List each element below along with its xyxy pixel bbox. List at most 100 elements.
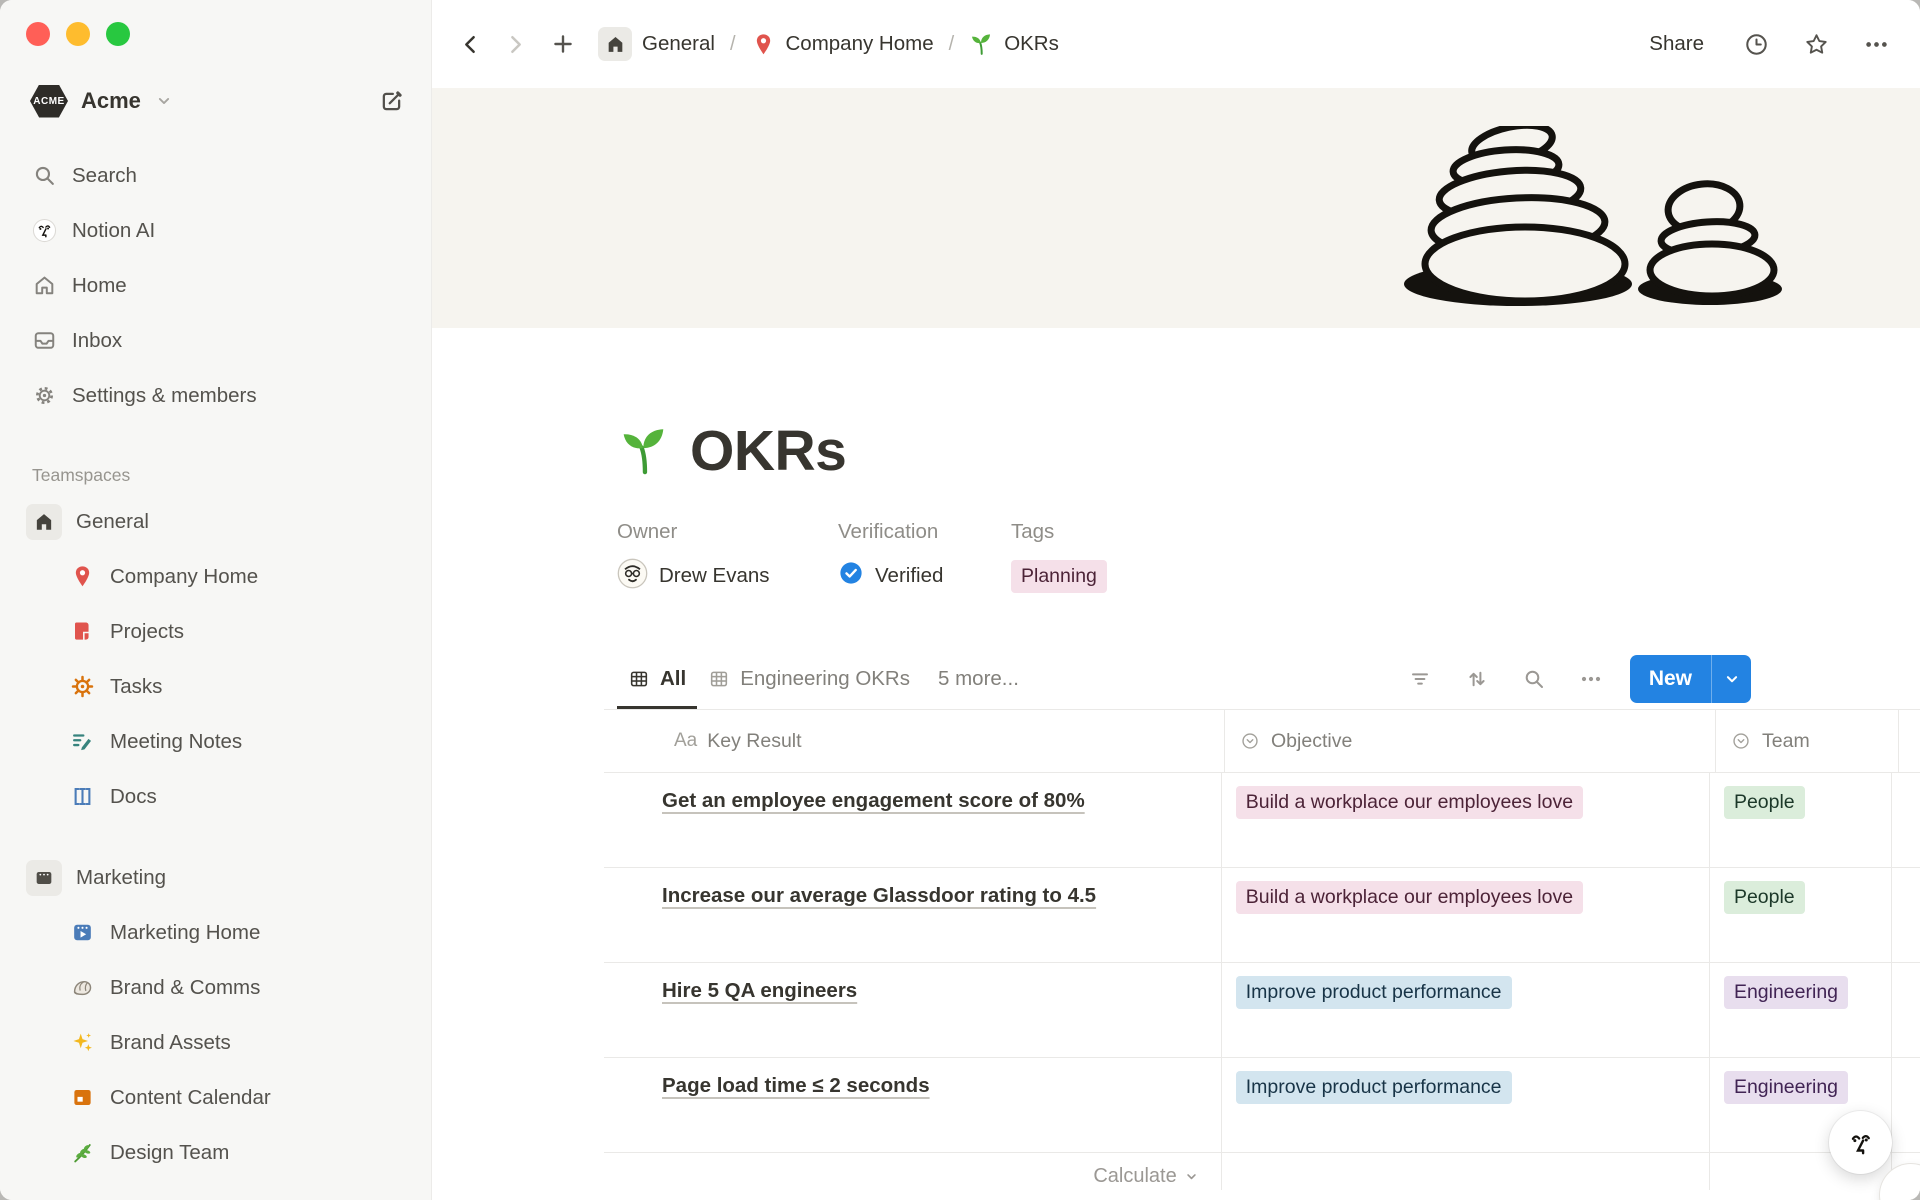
- window-minimize-button[interactable]: [66, 22, 90, 46]
- column-header-overflow: [1898, 710, 1920, 772]
- page-title[interactable]: OKRs: [690, 418, 846, 484]
- objective-tag[interactable]: Build a workplace our employees love: [1236, 881, 1583, 914]
- key-result-link[interactable]: Increase our average Glassdoor rating to…: [662, 884, 1096, 907]
- home-icon: [32, 273, 57, 298]
- window-controls: [26, 22, 130, 46]
- view-tab-all[interactable]: All: [617, 648, 697, 709]
- table-row[interactable]: Get an employee engagement score of 80% B…: [604, 773, 1920, 868]
- column-header-team[interactable]: Team: [1715, 710, 1898, 772]
- share-button[interactable]: Share: [1643, 28, 1710, 60]
- okr-table: Aa Key Result ObjectiveTeam Get an employe…: [604, 710, 1920, 1190]
- house-tile-icon: [26, 504, 62, 540]
- seedling-icon[interactable]: [617, 424, 672, 479]
- back-icon[interactable]: [458, 32, 483, 57]
- calendar-icon: [70, 1085, 95, 1110]
- breadcrumb-okrs[interactable]: OKRs: [963, 28, 1065, 61]
- sort-icon[interactable]: [1465, 667, 1489, 691]
- sidebar-item-search[interactable]: Search: [0, 148, 431, 203]
- select-icon: [1239, 730, 1261, 752]
- sidebar-page-design-team[interactable]: Design Team: [0, 1125, 431, 1180]
- tags-value: Planning: [1011, 558, 1107, 594]
- column-header-key-result[interactable]: Aa Key Result: [604, 710, 1224, 772]
- sidebar-page-content-calendar[interactable]: Content Calendar: [0, 1070, 431, 1125]
- key-result-link[interactable]: Get an employee engagement score of 80%: [662, 789, 1085, 812]
- breadcrumb-label: Company Home: [786, 32, 934, 56]
- workspace-switcher[interactable]: ACME Acme: [18, 78, 417, 124]
- objective-cell: Build a workplace our employees love: [1221, 868, 1709, 962]
- sidebar-item-notion-ai[interactable]: Notion AI: [0, 203, 431, 258]
- sidebar-page-label: Marketing Home: [110, 921, 260, 945]
- search-icon[interactable]: [1522, 667, 1546, 691]
- window-zoom-button[interactable]: [106, 22, 130, 46]
- team-cell: Engineering: [1709, 963, 1891, 1057]
- table-row[interactable]: Page load time ≤ 2 seconds Improve produc…: [604, 1058, 1920, 1153]
- teamspaces-list: GeneralCompany HomeProjectsTasksMeeting …: [0, 494, 431, 1180]
- favorite-star-icon[interactable]: [1803, 31, 1830, 58]
- view-tab-engineering-okrs[interactable]: Engineering OKRs: [697, 648, 921, 709]
- team-tag[interactable]: People: [1724, 786, 1805, 819]
- owner-value[interactable]: Drew Evans: [617, 558, 838, 594]
- notion-ai-button[interactable]: [1829, 1111, 1892, 1174]
- view-options-icon[interactable]: [1579, 667, 1603, 691]
- sidebar-page-brand-comms[interactable]: Brand & Comms: [0, 960, 431, 1015]
- text-property-icon: Aa: [674, 730, 697, 752]
- view-tab-label: All: [660, 667, 686, 691]
- sidebar-item-home[interactable]: Home: [0, 258, 431, 313]
- new-button-dropdown[interactable]: [1711, 655, 1751, 703]
- view-tab-5-more[interactable]: 5 more...: [927, 648, 1030, 709]
- tag-pill[interactable]: Planning: [1011, 560, 1107, 593]
- sidebar-page-marketing-home[interactable]: Marketing Home: [0, 905, 431, 960]
- sidebar-page-meeting-notes[interactable]: Meeting Notes: [0, 714, 431, 769]
- team-tag[interactable]: Engineering: [1724, 976, 1848, 1009]
- sidebar-page-tasks[interactable]: Tasks: [0, 659, 431, 714]
- page-title-row: OKRs: [617, 418, 1920, 484]
- sidebar-page-docs[interactable]: Docs: [0, 769, 431, 824]
- objective-tag[interactable]: Improve product performance: [1236, 1071, 1512, 1104]
- key-result-cell: Hire 5 QA engineers: [604, 963, 1221, 1057]
- breadcrumb-company-home[interactable]: Company Home: [745, 28, 940, 61]
- column-header-label: Key Result: [707, 730, 801, 753]
- herb-icon: [70, 1140, 95, 1165]
- team-tag[interactable]: Engineering: [1724, 1071, 1848, 1104]
- window-close-button[interactable]: [26, 22, 50, 46]
- workspace-name: Acme: [81, 88, 141, 114]
- inbox-icon: [32, 328, 57, 353]
- pin-icon: [751, 32, 776, 57]
- house-icon: [598, 27, 632, 61]
- verification-value[interactable]: Verified: [838, 558, 1011, 594]
- table-row[interactable]: Hire 5 QA engineers Improve product perfo…: [604, 963, 1920, 1058]
- workspace-logo: ACME: [30, 85, 68, 118]
- view-tools: [1408, 667, 1603, 691]
- clapper-icon: [70, 920, 95, 945]
- column-header-objective[interactable]: Objective: [1224, 710, 1715, 772]
- objective-tag[interactable]: Build a workplace our employees love: [1236, 786, 1583, 819]
- new-page-icon[interactable]: [550, 31, 576, 57]
- compose-icon[interactable]: [378, 88, 405, 115]
- calculate-row: Calculate: [604, 1153, 1920, 1190]
- page-cover[interactable]: [432, 88, 1920, 328]
- breadcrumb-general[interactable]: General: [592, 23, 721, 65]
- filter-icon[interactable]: [1408, 667, 1432, 691]
- key-result-link[interactable]: Hire 5 QA engineers: [662, 979, 857, 1002]
- calculate-button[interactable]: Calculate: [604, 1153, 1221, 1190]
- settings-icon: [32, 383, 57, 408]
- new-button-label[interactable]: New: [1630, 655, 1711, 703]
- sidebar-item-inbox[interactable]: Inbox: [0, 313, 431, 368]
- sidebar-page-company-home[interactable]: Company Home: [0, 549, 431, 604]
- teamspace-marketing[interactable]: Marketing: [0, 850, 431, 905]
- breadcrumb-label: General: [642, 32, 715, 56]
- forward-icon[interactable]: [503, 32, 528, 57]
- sidebar-page-projects[interactable]: Projects: [0, 604, 431, 659]
- sidebar-item-settings-members[interactable]: Settings & members: [0, 368, 431, 423]
- sidebar-nav: SearchNotion AIHomeInboxSettings & membe…: [0, 148, 431, 423]
- objective-tag[interactable]: Improve product performance: [1236, 976, 1512, 1009]
- team-tag[interactable]: People: [1724, 881, 1805, 914]
- key-result-link[interactable]: Page load time ≤ 2 seconds: [662, 1074, 930, 1097]
- sidebar-page-brand-assets[interactable]: Brand Assets: [0, 1015, 431, 1070]
- teamspace-general[interactable]: General: [0, 494, 431, 549]
- key-result-cell: Page load time ≤ 2 seconds: [604, 1058, 1221, 1152]
- more-options-icon[interactable]: [1863, 31, 1890, 58]
- table-row[interactable]: Increase our average Glassdoor rating to…: [604, 868, 1920, 963]
- history-clock-icon[interactable]: [1743, 31, 1770, 58]
- chevron-down-icon: [154, 91, 174, 111]
